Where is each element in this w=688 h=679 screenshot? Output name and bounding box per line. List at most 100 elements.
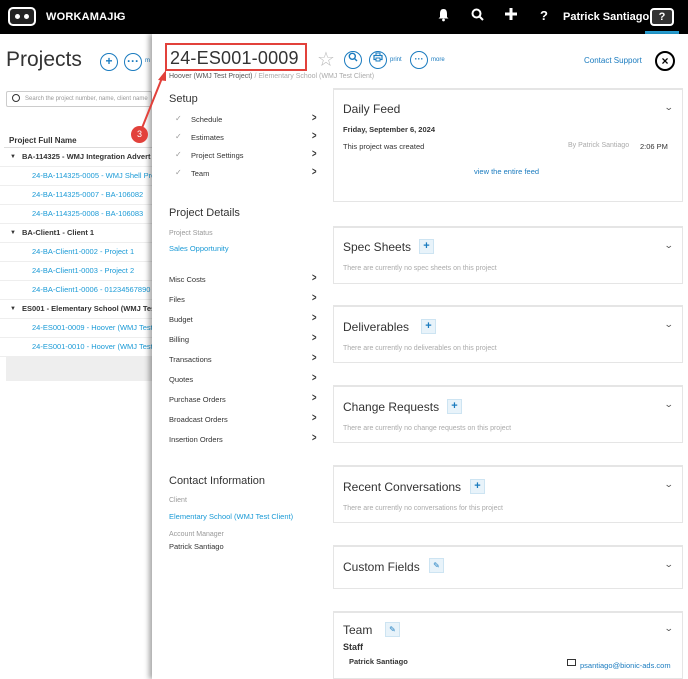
details-menu-item[interactable]: Billing >: [169, 332, 317, 348]
add-spec-sheet-button[interactable]: +: [419, 239, 434, 254]
project-detail-panel: 24-ES001-0009 ☆ print ··· more Contact S…: [152, 34, 688, 679]
question-icon[interactable]: ?: [540, 8, 548, 23]
edit-custom-fields-button[interactable]: ✎: [429, 558, 444, 573]
deliverables-card: Deliverables + ⌄ There are currently no …: [333, 305, 683, 363]
details-menu-item[interactable]: Misc Costs >: [169, 272, 317, 288]
project-row[interactable]: 24-ES001-0010 - Hoover (WMJ Test: [0, 338, 152, 357]
chevron-down-icon[interactable]: ⌄: [664, 319, 674, 330]
project-group-row[interactable]: ▼ BA-Client1 - Client 1: [0, 224, 152, 243]
breadcrumb-project[interactable]: Hoover (WMJ Test Project): [169, 73, 253, 80]
project-group-row[interactable]: ▼ BA-114325 - WMJ Integration Advert: [0, 148, 152, 167]
project-row[interactable]: 24-BA-114325-0005 - WMJ Shell Pro: [0, 167, 152, 186]
details-menu-item[interactable]: Budget >: [169, 312, 317, 328]
search-icon[interactable]: [471, 8, 484, 24]
column-header-project-full-name[interactable]: Project Full Name: [9, 136, 77, 145]
print-label[interactable]: print: [390, 57, 402, 63]
details-menu-item[interactable]: Insertion Orders >: [169, 432, 317, 448]
setup-item[interactable]: ✓ Project Settings >: [169, 148, 317, 164]
menu-item-label: Files: [169, 295, 185, 304]
print-button[interactable]: [369, 51, 387, 69]
row-label: 24-BA-114325-0005 - WMJ Shell Pro: [32, 171, 152, 180]
add-project-button[interactable]: +: [100, 53, 118, 71]
collapse-triangle-icon[interactable]: ▼: [10, 148, 16, 166]
details-menu-item[interactable]: Transactions >: [169, 352, 317, 368]
more-label[interactable]: m: [145, 58, 150, 64]
project-group-row[interactable]: ▼ ES001 - Elementary School (WMJ Test: [0, 300, 152, 319]
more-label[interactable]: more: [431, 57, 445, 63]
chevron-down-icon[interactable]: ⌄: [664, 399, 674, 410]
project-search-input[interactable]: Search the project number, name, client …: [6, 91, 152, 107]
chevron-right-icon: >: [311, 432, 317, 444]
staff-member-name: Patrick Santiago: [349, 657, 408, 666]
feed-message: This project was created: [343, 142, 425, 151]
deliverables-title: Deliverables: [343, 320, 410, 334]
chevron-down-icon[interactable]: ⌄: [112, 10, 123, 21]
recent-conversations-card: Recent Conversations + ⌄ There are curre…: [333, 465, 683, 523]
contact-information-heading: Contact Information: [169, 475, 265, 487]
add-conversation-button[interactable]: +: [470, 479, 485, 494]
add-change-request-button[interactable]: +: [447, 399, 462, 414]
workamajig-logo-icon[interactable]: [8, 7, 36, 26]
top-bar: WORKAMAJIG ⌄ ? Patrick Santiago ?: [0, 0, 688, 34]
check-icon: ✓: [175, 150, 182, 159]
staff-email-link[interactable]: psantiago@bionic-ads.com: [580, 661, 671, 670]
search-project-button[interactable]: [344, 51, 362, 69]
details-menu-item[interactable]: Quotes >: [169, 372, 317, 388]
setup-item[interactable]: ✓ Estimates >: [169, 130, 317, 146]
setup-item[interactable]: ✓ Schedule >: [169, 112, 317, 128]
help-button[interactable]: ?: [650, 8, 674, 26]
chevron-right-icon: >: [311, 412, 317, 424]
favorite-star-icon[interactable]: ☆: [317, 47, 335, 72]
project-row[interactable]: 24-BA-Client1-0003 - Project 2: [0, 262, 152, 281]
details-menu-item[interactable]: Purchase Orders >: [169, 392, 317, 408]
chevron-down-icon[interactable]: ⌄: [664, 240, 674, 251]
menu-item-label: Transactions: [169, 355, 212, 364]
contact-support-link[interactable]: Contact Support: [584, 56, 642, 65]
more-options-button[interactable]: ···: [124, 53, 142, 71]
collapse-triangle-icon[interactable]: ▼: [10, 224, 16, 242]
collapse-triangle-icon[interactable]: ▼: [10, 300, 16, 318]
setup-heading: Setup: [169, 93, 198, 105]
account-manager-label: Account Manager: [169, 531, 224, 538]
menu-item-label: Budget: [169, 315, 193, 324]
team-title: Team: [343, 623, 373, 637]
client-value[interactable]: Elementary School (WMJ Test Client): [169, 512, 293, 521]
chevron-down-icon[interactable]: ⌄: [664, 559, 674, 570]
client-label: Client: [169, 497, 187, 504]
setup-item[interactable]: ✓ Team >: [169, 166, 317, 182]
chevron-down-icon[interactable]: ⌄: [664, 623, 674, 634]
breadcrumb-client[interactable]: Elementary School (WMJ Test Client): [258, 73, 374, 80]
project-row[interactable]: 24-BA-Client1-0006 - 01234567890: [0, 281, 152, 300]
row-label: BA-114325 - WMJ Integration Advert: [22, 152, 151, 161]
printer-icon: [373, 52, 383, 62]
project-status-value[interactable]: Sales Opportunity: [169, 244, 229, 253]
details-menu-item[interactable]: Files >: [169, 292, 317, 308]
user-name[interactable]: Patrick Santiago: [563, 11, 649, 23]
view-entire-feed-link[interactable]: view the entire feed: [474, 167, 539, 176]
row-label: 24-BA-Client1-0006 - 01234567890: [32, 285, 151, 294]
project-status-label: Project Status: [169, 230, 213, 237]
menu-item-label: Misc Costs: [169, 275, 206, 284]
more-button[interactable]: ···: [410, 51, 428, 69]
add-deliverable-button[interactable]: +: [421, 319, 436, 334]
project-row[interactable]: 24-BA-114325-0007 - BA-106082: [0, 186, 152, 205]
bell-icon[interactable]: [437, 8, 450, 25]
chevron-down-icon[interactable]: ⌄: [664, 479, 674, 490]
close-panel-button[interactable]: ×: [655, 51, 675, 71]
chevron-right-icon: >: [311, 392, 317, 404]
spec-sheets-empty: There are currently no spec sheets on th…: [343, 265, 497, 272]
feed-date: Friday, September 6, 2024: [343, 125, 435, 134]
edit-team-button[interactable]: ✎: [385, 622, 400, 637]
project-row[interactable]: 24-BA-114325-0008 - BA-106083: [0, 205, 152, 224]
chevron-down-icon[interactable]: ⌄: [664, 102, 674, 113]
project-row[interactable]: 24-ES001-0009 - Hoover (WMJ Test: [0, 319, 152, 338]
details-menu-item[interactable]: Broadcast Orders >: [169, 412, 317, 428]
recent-conversations-title: Recent Conversations: [343, 480, 462, 494]
breadcrumb: Hoover (WMJ Test Project) / Elementary S…: [169, 73, 374, 80]
list-footer: [6, 357, 152, 381]
spec-sheets-title: Spec Sheets: [343, 240, 412, 254]
chevron-right-icon: >: [311, 166, 317, 178]
project-row[interactable]: 24-BA-Client1-0002 - Project 1: [0, 243, 152, 262]
plus-icon[interactable]: [505, 8, 517, 23]
chevron-right-icon: >: [311, 352, 317, 364]
